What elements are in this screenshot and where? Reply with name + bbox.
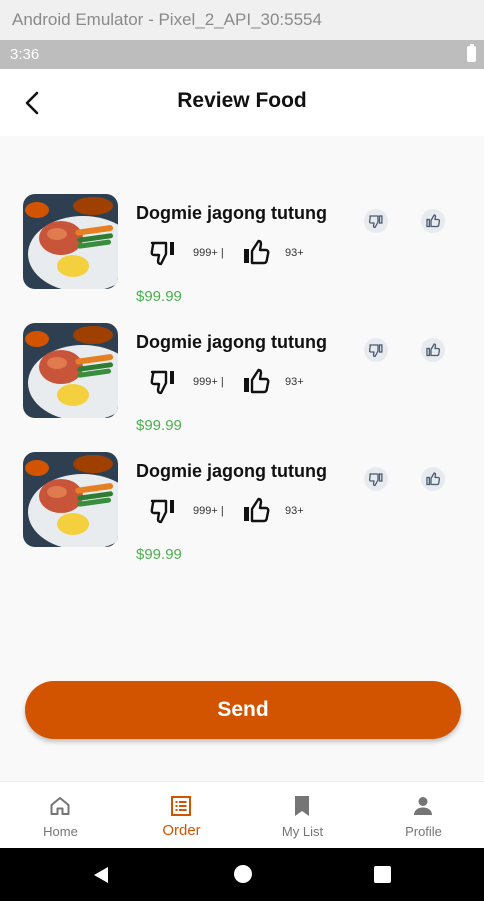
thumbs-up-outline-icon — [426, 343, 441, 357]
food-review-card: Dogmie jagong tutung 999+ | 93+ $99.99 — [0, 452, 484, 572]
like-toggle-button[interactable] — [421, 338, 445, 362]
thumbs-down-outline-icon — [368, 344, 383, 358]
dislike-button[interactable] — [149, 495, 179, 525]
food-review-card: Dogmie jagong tutung 999+ | 93+ $99.99 — [0, 194, 484, 314]
like-count: 93+ — [285, 247, 304, 259]
food-image — [23, 452, 118, 547]
thumbs-up-outline-icon — [426, 214, 441, 228]
nav-item-profile[interactable]: Profile — [363, 782, 484, 849]
like-count: 93+ — [285, 505, 304, 517]
like-toggle-button[interactable] — [421, 467, 445, 491]
dislike-toggle-button[interactable] — [364, 467, 388, 491]
thumbs-down-icon — [150, 241, 174, 266]
dislike-count: 999+ | — [193, 505, 224, 517]
food-price: $99.99 — [136, 546, 182, 563]
nav-item-my-list[interactable]: My List — [242, 782, 363, 849]
app-header: Review Food — [0, 69, 484, 136]
nav-label-my-list: My List — [281, 824, 324, 839]
like-button[interactable] — [241, 237, 271, 267]
status-bar: 3:36 — [0, 40, 484, 69]
system-recents-icon[interactable] — [374, 866, 391, 883]
bookmark-icon — [295, 796, 309, 816]
system-back-icon[interactable] — [92, 866, 110, 884]
home-icon — [50, 797, 70, 815]
thumbs-up-icon — [244, 368, 270, 394]
like-count: 93+ — [285, 376, 304, 388]
thumbs-up-outline-icon — [426, 472, 441, 486]
thumbs-up-icon — [244, 497, 270, 523]
thumbs-down-outline-icon — [368, 473, 383, 487]
food-image — [23, 323, 118, 418]
thumbs-up-icon — [244, 239, 270, 265]
like-button[interactable] — [241, 366, 271, 396]
dislike-button[interactable] — [149, 237, 179, 267]
review-list: Dogmie jagong tutung 999+ | 93+ $99.99 D… — [0, 136, 484, 781]
dislike-button[interactable] — [149, 366, 179, 396]
thumbs-down-icon — [150, 370, 174, 395]
nav-item-order[interactable]: Order — [121, 782, 242, 849]
nav-label-order: Order — [162, 822, 201, 839]
status-time: 3:36 — [10, 46, 40, 63]
emulator-title: Android Emulator - Pixel_2_API_30:5554 — [12, 10, 322, 29]
like-button[interactable] — [241, 495, 271, 525]
dislike-count: 999+ | — [193, 247, 224, 259]
food-image — [23, 194, 118, 289]
food-price: $99.99 — [136, 417, 182, 434]
system-navigation-bar — [0, 848, 484, 901]
emulator-title-bar: Android Emulator - Pixel_2_API_30:5554 — [0, 0, 484, 40]
system-home-icon[interactable] — [234, 865, 252, 883]
page-title: Review Food — [177, 89, 307, 112]
food-price: $99.99 — [136, 288, 182, 305]
nav-item-home[interactable]: Home — [0, 782, 121, 849]
order-list-icon — [171, 796, 191, 816]
like-toggle-button[interactable] — [421, 209, 445, 233]
thumbs-down-outline-icon — [368, 215, 383, 229]
bottom-navigation: Home Order My List Profile — [0, 781, 484, 848]
thumbs-down-icon — [150, 499, 174, 524]
person-icon — [414, 797, 432, 815]
food-name: Dogmie jagong tutung — [136, 332, 327, 352]
nav-label-profile: Profile — [405, 824, 442, 839]
food-name: Dogmie jagong tutung — [136, 203, 327, 223]
dislike-toggle-button[interactable] — [364, 338, 388, 362]
battery-icon — [467, 44, 476, 62]
dislike-count: 999+ | — [193, 376, 224, 388]
food-name: Dogmie jagong tutung — [136, 461, 327, 481]
send-button[interactable]: Send — [25, 681, 461, 739]
nav-label-home: Home — [43, 824, 78, 839]
dislike-toggle-button[interactable] — [364, 209, 388, 233]
food-review-card: Dogmie jagong tutung 999+ | 93+ $99.99 — [0, 323, 484, 443]
